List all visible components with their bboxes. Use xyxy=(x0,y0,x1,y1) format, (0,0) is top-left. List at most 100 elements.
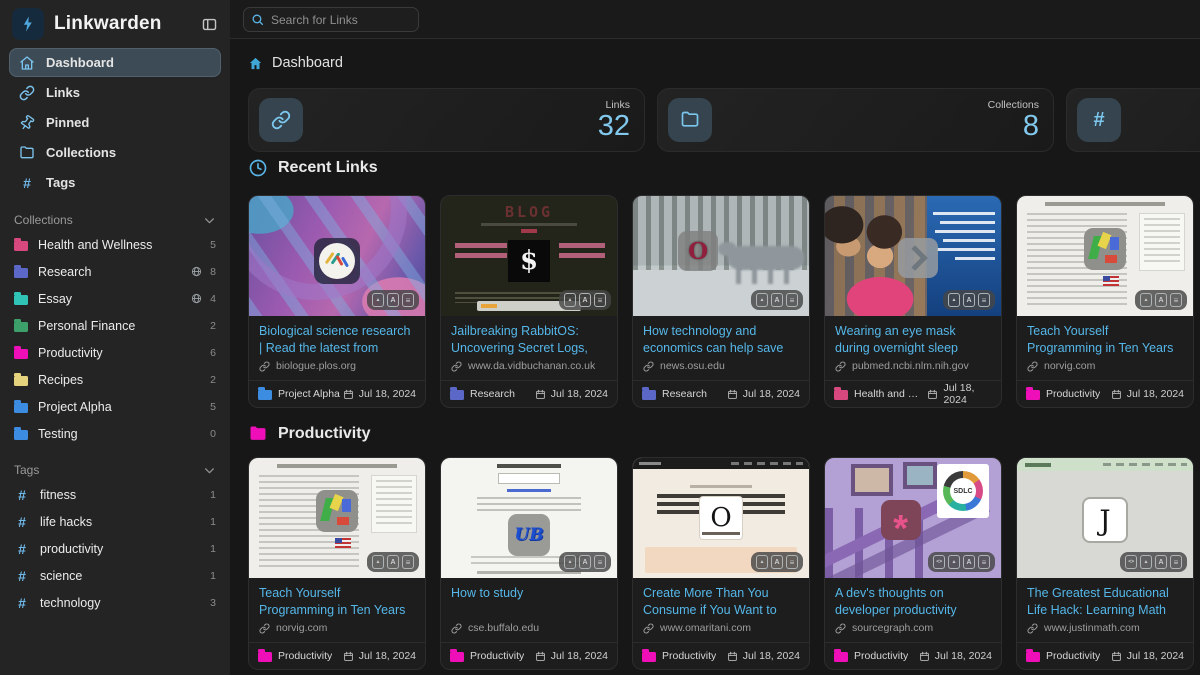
tags-section-header[interactable]: Tags xyxy=(0,459,230,481)
link-url: www.da.vidbuchanan.co.uk xyxy=(451,360,607,372)
folder-icon xyxy=(642,390,656,400)
topbar xyxy=(230,0,1200,39)
link-thumbnail[interactable]: J xyxy=(1017,458,1193,578)
link-card-norvig-2[interactable]: Teach Yourself Programming in Ten Years … xyxy=(248,457,426,670)
search-input[interactable] xyxy=(244,8,418,31)
image-badge-icon xyxy=(948,555,960,569)
collection-badge[interactable]: Productivity xyxy=(450,650,524,662)
hash-icon: # xyxy=(14,568,30,584)
link-card-sourcegraph[interactable]: * SDLC A dev's thoughts on developer pro… xyxy=(824,457,1002,670)
calendar-icon xyxy=(1111,389,1122,400)
link-thumbnail[interactable]: O xyxy=(633,458,809,578)
link-icon xyxy=(451,361,462,372)
collection-badge[interactable]: Research xyxy=(450,388,515,400)
sidebar-tag-life-hacks[interactable]: # life hacks 1 xyxy=(0,508,230,535)
site-logo: O xyxy=(678,231,718,271)
chevron-down-icon[interactable] xyxy=(203,464,216,477)
site-logo xyxy=(898,238,938,278)
link-title[interactable]: Biological science research | Read the l… xyxy=(259,323,415,357)
link-card-rabbitos[interactable]: BLOG $ Jailbreaking RabbitOS: Uncovering… xyxy=(440,195,618,408)
tag-name: science xyxy=(40,569,82,583)
link-thumbnail[interactable]: UB xyxy=(441,458,617,578)
link-card-omaritani[interactable]: O Create More Than You Consume if You Wa… xyxy=(632,457,810,670)
collection-name: Testing xyxy=(38,427,78,441)
collections-section-header[interactable]: Collections xyxy=(0,209,230,231)
link-card-plos[interactable]: Biological science research | Read the l… xyxy=(248,195,426,408)
link-icon xyxy=(259,623,270,634)
sidebar-item-tags[interactable]: # Tags xyxy=(9,168,221,197)
link-title[interactable]: How technology and economics can help sa… xyxy=(643,323,799,357)
link-icon xyxy=(1027,623,1038,634)
chevron-down-icon[interactable] xyxy=(203,214,216,227)
folder-icon xyxy=(14,349,28,359)
sidebar-collection-productivity[interactable]: Productivity 6 xyxy=(0,339,230,366)
sidebar-tag-technology[interactable]: # technology 3 xyxy=(0,589,230,616)
format-badges xyxy=(943,290,995,310)
link-thumbnail[interactable]: BLOG $ xyxy=(441,196,617,316)
collection-badge[interactable]: Productivity xyxy=(1026,388,1100,400)
calendar-icon xyxy=(727,389,738,400)
folder-icon xyxy=(1026,652,1040,662)
link-card-buffalo[interactable]: UB How to study cse.buffalo.edu Prod xyxy=(440,457,618,670)
collection-badge[interactable]: Productivity xyxy=(1026,650,1100,662)
link-card-osu[interactable]: O How technology and economics can help … xyxy=(632,195,810,408)
link-title[interactable]: Jailbreaking RabbitOS: Uncovering Secret… xyxy=(451,323,607,357)
panel-left-icon[interactable] xyxy=(201,16,218,33)
sidebar-tag-fitness[interactable]: # fitness 1 xyxy=(0,481,230,508)
tag-count: 1 xyxy=(208,516,216,528)
link-thumbnail[interactable] xyxy=(825,196,1001,316)
collection-badge[interactable]: Health and Wellness xyxy=(834,388,927,400)
folder-icon xyxy=(14,322,28,332)
link-title[interactable]: How to study xyxy=(451,585,607,619)
link-thumbnail[interactable] xyxy=(249,458,425,578)
sidebar-collection-health-and-wellness[interactable]: Health and Wellness 5 xyxy=(0,231,230,258)
link-title[interactable]: Teach Yourself Programming in Ten Years xyxy=(259,585,415,619)
link-title[interactable]: Teach Yourself Programming in Ten Years xyxy=(1027,323,1183,357)
sidebar-item-links[interactable]: Links xyxy=(9,78,221,107)
sidebar-collection-testing[interactable]: Testing 0 xyxy=(0,420,230,447)
linkwarden-app: Linkwarden Dashboard Links Pinned Collec… xyxy=(0,0,1200,675)
pdf-badge-icon xyxy=(771,293,783,307)
sidebar-collection-personal-finance[interactable]: Personal Finance 2 xyxy=(0,312,230,339)
stats-row: Links 32 Collections 8 # xyxy=(248,88,1200,152)
pdf-badge-icon xyxy=(963,293,975,307)
collection-badge[interactable]: Project Alpha xyxy=(258,388,340,400)
collection-badge[interactable]: Research xyxy=(642,388,707,400)
sidebar-collection-essay[interactable]: Essay 4 xyxy=(0,285,230,312)
sidebar-item-pinned[interactable]: Pinned xyxy=(9,108,221,137)
sidebar-item-dashboard[interactable]: Dashboard xyxy=(9,48,221,77)
sidebar-tag-productivity[interactable]: # productivity 1 xyxy=(0,535,230,562)
stat-card-links[interactable]: Links 32 xyxy=(248,88,645,152)
html-badge-icon xyxy=(1125,555,1137,569)
link-thumbnail[interactable]: O xyxy=(633,196,809,316)
collection-badge[interactable]: Productivity xyxy=(258,650,332,662)
pin-icon xyxy=(19,115,35,131)
link-title[interactable]: Wearing an eye mask during overnight sle… xyxy=(835,323,991,357)
calendar-icon xyxy=(727,651,738,662)
link-date: Jul 18, 2024 xyxy=(1111,650,1184,662)
link-thumbnail[interactable] xyxy=(1017,196,1193,316)
sidebar-collection-research[interactable]: Research 8 xyxy=(0,258,230,285)
link-thumbnail[interactable]: * SDLC xyxy=(825,458,1001,578)
sidebar-collection-recipes[interactable]: Recipes 2 xyxy=(0,366,230,393)
link-icon xyxy=(19,85,35,101)
tag-count: 1 xyxy=(208,489,216,501)
link-title[interactable]: The Greatest Educational Life Hack: Lear… xyxy=(1027,585,1183,619)
collection-badge[interactable]: Productivity xyxy=(642,650,716,662)
home-icon xyxy=(19,55,35,71)
link-card-norvig[interactable]: Teach Yourself Programming in Ten Years … xyxy=(1016,195,1194,408)
stat-card-tags[interactable]: # xyxy=(1066,88,1200,152)
stat-card-collections[interactable]: Collections 8 xyxy=(657,88,1054,152)
link-title[interactable]: Create More Than You Consume if You Want… xyxy=(643,585,799,619)
link-url: norvig.com xyxy=(259,622,415,634)
image-badge-icon xyxy=(372,293,384,307)
link-card-justinmath[interactable]: J The Greatest Educational Life Hack: Le… xyxy=(1016,457,1194,670)
sidebar-item-collections[interactable]: Collections xyxy=(9,138,221,167)
pdf-badge-icon xyxy=(387,293,399,307)
link-card-pubmed[interactable]: Wearing an eye mask during overnight sle… xyxy=(824,195,1002,408)
sidebar-tag-science[interactable]: # science 1 xyxy=(0,562,230,589)
link-thumbnail[interactable] xyxy=(249,196,425,316)
link-title[interactable]: A dev's thoughts on developer productivi… xyxy=(835,585,991,619)
sidebar-collection-project-alpha[interactable]: Project Alpha 5 xyxy=(0,393,230,420)
collection-badge[interactable]: Productivity xyxy=(834,650,908,662)
